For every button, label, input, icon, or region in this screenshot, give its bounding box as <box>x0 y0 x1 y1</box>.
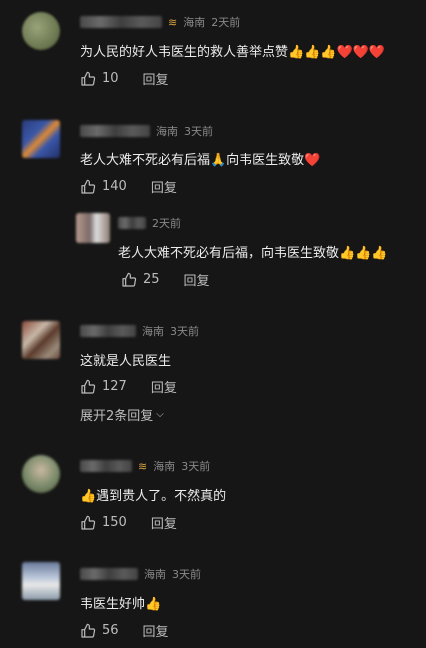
timestamp: 3天前 <box>181 460 211 473</box>
like-button[interactable]: 10 <box>80 71 119 87</box>
timestamp: 2天前 <box>211 16 241 29</box>
location: 海南 <box>156 125 178 138</box>
thumbs-up-outline-icon <box>81 623 96 638</box>
comment-text: 这就是人民医生 <box>80 354 172 369</box>
username-blurred[interactable] <box>80 325 136 337</box>
like-count: 25 <box>143 272 160 287</box>
reply-text: 老人大难不死必有后福，向韦医生致敬👍👍👍 <box>118 246 388 261</box>
avatar[interactable] <box>22 120 60 158</box>
like-count: 10 <box>102 71 119 86</box>
avatar[interactable] <box>22 455 60 493</box>
thumbs-up-outline-icon <box>81 379 96 394</box>
vip-badge-icon: ≋ <box>168 15 178 29</box>
like-button[interactable]: 150 <box>80 515 127 531</box>
location: 海南 <box>142 325 164 338</box>
username-blurred[interactable] <box>80 125 150 137</box>
comment-text: 为人民的好人韦医生的救人善举点赞👍👍👍❤️❤️❤️ <box>80 45 386 60</box>
avatar[interactable] <box>22 321 60 359</box>
thumbs-up-outline-icon <box>122 272 137 287</box>
comment-text: 韦医生好帅👍 <box>80 597 162 612</box>
timestamp: 3天前 <box>184 125 213 138</box>
thumbs-up-outline-icon <box>81 515 96 530</box>
timestamp: 3天前 <box>172 568 201 581</box>
timestamp: 2天前 <box>152 217 181 230</box>
comment-text: 老人大难不死必有后福🙏向韦医生致敬❤️ <box>80 153 321 168</box>
like-count: 56 <box>102 623 119 638</box>
username-blurred[interactable] <box>80 568 138 580</box>
reply-button[interactable]: 回复 <box>151 513 177 532</box>
username-blurred[interactable] <box>80 460 132 472</box>
comment-text: 👍遇到贵人了。不然真的 <box>80 489 227 504</box>
like-button[interactable]: 127 <box>80 379 127 395</box>
like-button[interactable]: 25 <box>121 272 160 288</box>
vip-badge-icon: ≋ <box>138 459 148 473</box>
username-blurred[interactable] <box>118 217 146 229</box>
reply-button[interactable]: 回复 <box>143 69 169 88</box>
avatar[interactable] <box>22 562 60 600</box>
reply-button[interactable]: 回复 <box>143 621 169 640</box>
avatar[interactable] <box>22 12 60 50</box>
chevron-down-icon: ⌵ <box>156 409 164 420</box>
location: 海南 <box>183 16 206 29</box>
thumbs-up-outline-icon <box>81 71 96 86</box>
thumbs-up-outline-icon <box>81 179 96 194</box>
location: 海南 <box>153 460 176 473</box>
like-count: 127 <box>102 379 127 394</box>
like-count: 150 <box>102 515 127 530</box>
avatar[interactable] <box>76 213 110 243</box>
like-button[interactable]: 140 <box>80 179 127 195</box>
reply-button[interactable]: 回复 <box>184 270 210 289</box>
expand-replies-label: 展开2条回复 <box>80 409 154 424</box>
username-blurred[interactable] <box>80 16 162 28</box>
reply-button[interactable]: 回复 <box>151 377 177 396</box>
location: 海南 <box>144 568 166 581</box>
like-button[interactable]: 56 <box>80 623 119 639</box>
expand-replies-button[interactable]: 展开2条回复 ⌵ <box>80 405 164 424</box>
timestamp: 3天前 <box>170 325 199 338</box>
like-count: 140 <box>102 179 127 194</box>
reply-button[interactable]: 回复 <box>151 177 177 196</box>
